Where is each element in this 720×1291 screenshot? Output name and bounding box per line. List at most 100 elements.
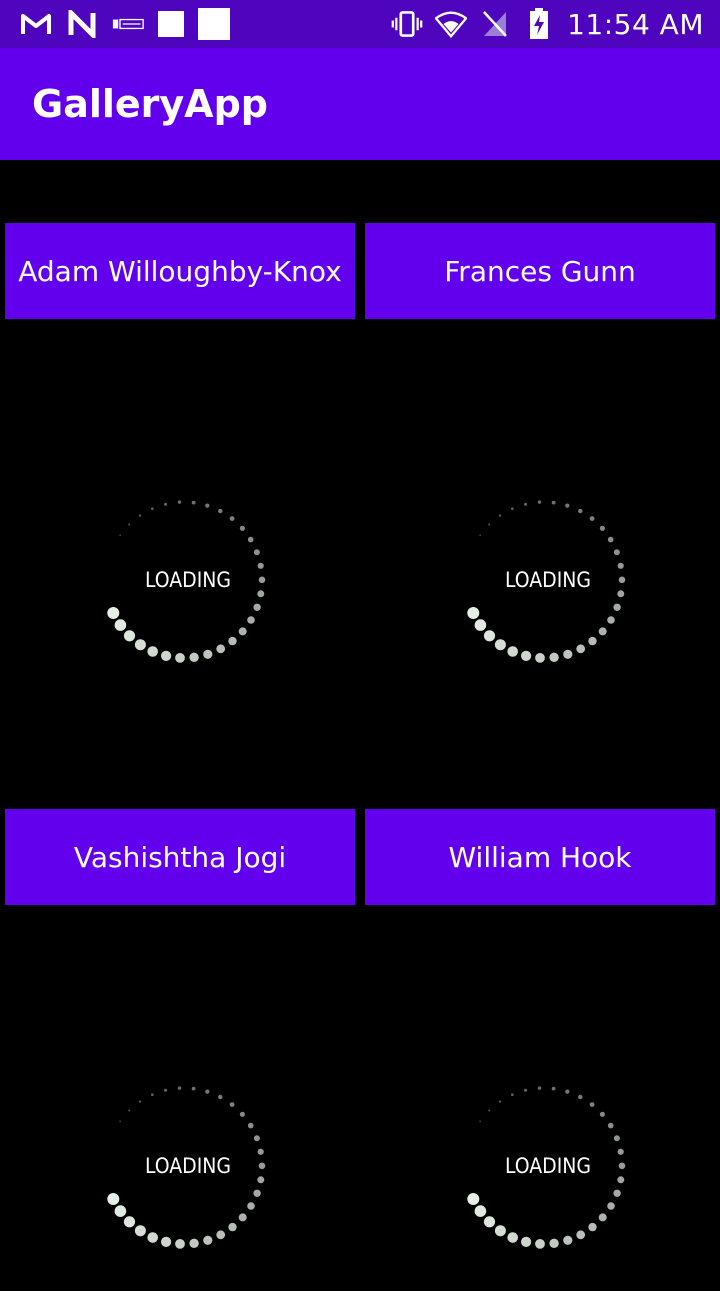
spinner-dot (474, 1205, 487, 1217)
spinner-dot (494, 639, 506, 651)
spinner-dot (588, 636, 597, 646)
spinner-icon: LOADING (107, 500, 266, 663)
spinner-dot (479, 534, 481, 537)
spinner-dot (203, 1235, 213, 1245)
app-bar: GalleryApp (0, 48, 720, 160)
spinner-dot (588, 1222, 597, 1232)
spinner-dot (257, 562, 264, 569)
spinner-dot (589, 1102, 595, 1107)
spinner-dot (599, 1111, 605, 1117)
sim-icon (112, 8, 144, 40)
spinner-icon: LOADING (107, 1086, 266, 1249)
loading-spinner: LOADING (444, 1046, 644, 1286)
spinner-dot (576, 644, 586, 654)
spinner-dot (598, 1213, 607, 1222)
spinner-dot (247, 616, 255, 624)
spinner-dot (551, 1086, 556, 1091)
spinner-dot (607, 536, 614, 543)
spinner-dot (617, 1148, 624, 1155)
spinner-dot (598, 627, 607, 636)
spinner-dot (216, 1230, 226, 1240)
spinner-dot (134, 639, 146, 651)
spinner-dot (524, 502, 528, 506)
spinner-dot (147, 1232, 158, 1243)
spinner-dot (607, 1122, 614, 1129)
spinner-dot (253, 549, 260, 556)
n-notification-icon (66, 8, 98, 40)
spinner-dot (589, 516, 595, 521)
spinner-dot (535, 653, 545, 663)
spinner-dot (239, 1111, 245, 1117)
spinner-dot (228, 1222, 237, 1232)
spinner-dot (563, 1235, 573, 1245)
status-time: 11:54 AM (567, 7, 704, 41)
spinner-dot (257, 590, 265, 598)
spinner-dot (537, 500, 542, 504)
spinner-dot (617, 562, 624, 569)
square-notification-icon (198, 8, 230, 40)
spinner-dot (613, 549, 620, 556)
spinner-dot (617, 1176, 625, 1184)
spinner-dot (511, 1093, 514, 1096)
spinner-dot (474, 619, 487, 631)
spinner-dot (479, 1120, 481, 1123)
spinner-dot (191, 500, 196, 505)
spinner-dot (258, 1162, 266, 1170)
spinner-dot (467, 607, 480, 619)
spinner-dot (253, 1189, 261, 1197)
spinner-dot (247, 536, 254, 543)
spinner-dot (114, 1205, 127, 1217)
spinner-dot (613, 1189, 621, 1197)
spinner-dot (239, 525, 245, 531)
spinner-dot (177, 500, 182, 504)
gmail-icon (20, 8, 52, 40)
spinner-dot (551, 500, 556, 505)
spinner-dot (498, 1100, 502, 1103)
spinner-dot (205, 503, 210, 508)
spinner-dot (549, 652, 559, 662)
gallery-item-author-button[interactable]: Vashishtha Jogi (5, 809, 355, 905)
spinner-dot (247, 1202, 255, 1210)
spinner-dot (175, 1239, 185, 1249)
spinner-dot (138, 1100, 142, 1103)
spinner-dot (537, 1086, 542, 1090)
spinner-dot (498, 514, 502, 517)
spinner-dot (161, 650, 172, 661)
spinner-dot (511, 507, 514, 510)
spinner-dot (138, 514, 142, 517)
battery-charging-icon (523, 8, 555, 40)
gallery-item-author-button[interactable]: William Hook (365, 809, 715, 905)
spinner-dot (613, 1135, 620, 1142)
spinner-dot (578, 1094, 583, 1100)
spinner-dot (565, 1089, 570, 1094)
spinner-dot (177, 1086, 182, 1090)
gallery-item-author-button[interactable]: Adam Willoughby-Knox (5, 223, 355, 319)
spinner-dot (483, 630, 496, 642)
gallery-item-author-button[interactable]: Frances Gunn (365, 223, 715, 319)
spinner-dot (107, 1193, 120, 1205)
spinner-dot (161, 1236, 172, 1247)
spinner-dot (563, 649, 573, 659)
spinner-dot (128, 1109, 131, 1112)
spinner-dot (123, 1216, 136, 1228)
spinner-dot (488, 1109, 491, 1112)
spinner-dot (119, 534, 121, 537)
no-sim-icon (479, 8, 511, 40)
spinner-dot (257, 1148, 264, 1155)
vibrate-icon (391, 8, 423, 40)
spinner-dot (228, 636, 237, 646)
loading-label: LOADING (505, 1154, 591, 1178)
spinner-dot (618, 576, 626, 584)
loading-spinner: LOADING (444, 460, 644, 700)
spinner-dot (238, 627, 247, 636)
spinner-dot (151, 507, 154, 510)
wifi-icon (435, 8, 468, 40)
loading-spinner: LOADING (84, 1046, 284, 1286)
spinner-dot (107, 607, 120, 619)
spinner-dot (238, 1213, 247, 1222)
spinner-dot (613, 603, 621, 611)
spinner-dot (175, 653, 185, 663)
spinner-dot (549, 1238, 559, 1248)
spinner-dot (128, 523, 131, 526)
loading-label: LOADING (505, 568, 591, 592)
